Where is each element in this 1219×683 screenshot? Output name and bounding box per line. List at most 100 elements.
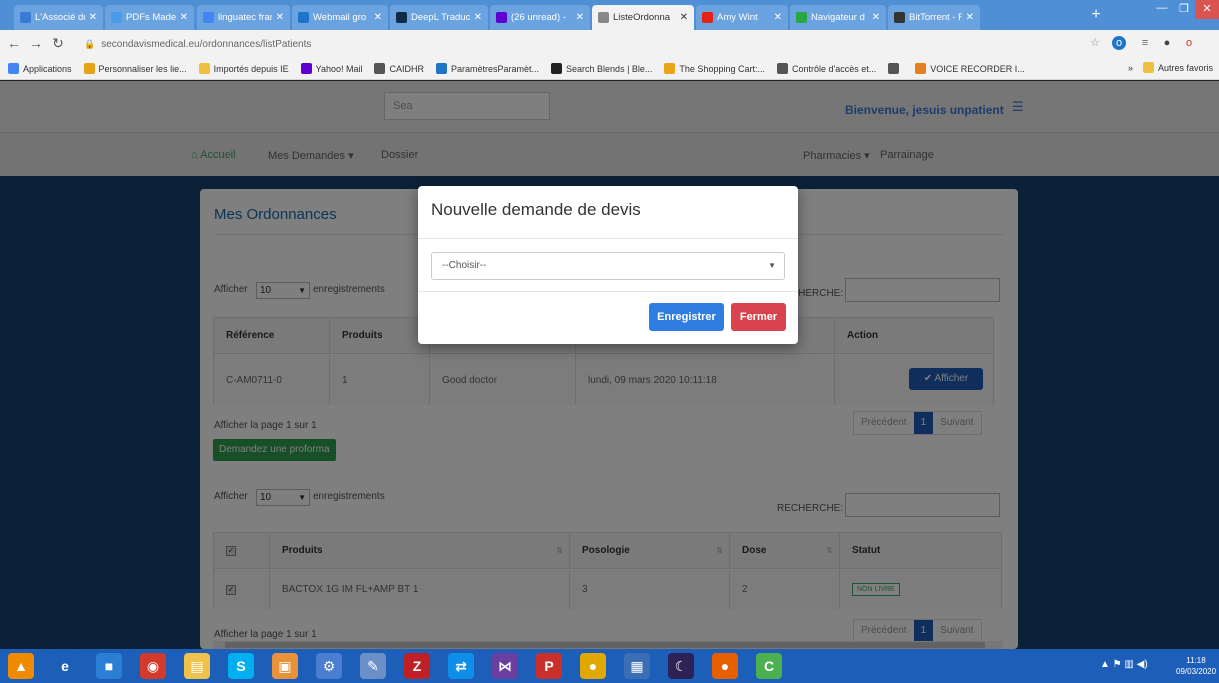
new-tab-button[interactable]: +	[1088, 6, 1104, 24]
tab-label: Amy Wint	[717, 12, 758, 23]
bookmark-item[interactable]: Personnaliser les lie...	[83, 63, 187, 74]
skype-icon[interactable]: S	[228, 653, 254, 679]
bookmark-item[interactable]: ParamètresParamèt...	[436, 63, 539, 74]
chrome-icon[interactable]: ●	[580, 653, 606, 679]
reload-icon[interactable]: ↻	[50, 35, 66, 51]
bookmark-item[interactable]: VOICE RECORDER I...	[915, 63, 1025, 74]
forward-icon[interactable]: →	[28, 35, 44, 51]
tab-label: ListeOrdonna	[613, 12, 671, 23]
clock[interactable]: 11:18 09/03/2020	[1176, 655, 1216, 677]
bookmark-item[interactable]	[888, 63, 903, 74]
tab-label: (26 unread) -	[511, 12, 566, 23]
favicon-icon	[496, 12, 507, 23]
bookmarks-overflow-button[interactable]: »	[1128, 63, 1133, 73]
close-icon[interactable]: ✕	[180, 12, 188, 23]
favicon-icon	[702, 12, 713, 23]
close-icon[interactable]: ✕	[680, 12, 688, 23]
bookmark-icon	[83, 63, 95, 74]
modal-backdrop[interactable]	[0, 81, 1219, 649]
close-icon[interactable]: ✕	[89, 12, 97, 23]
browser-tab[interactable]: Webmail gro ✕	[292, 5, 388, 30]
app-red-icon[interactable]: ◉	[140, 653, 166, 679]
bookmark-label: Yahoo! Mail	[315, 63, 363, 74]
bookmark-label: Contrôle d'accès et...	[791, 63, 877, 74]
folder-icon	[1142, 62, 1154, 73]
url-text: secondavismedical.eu/ordonnances/listPat…	[101, 38, 312, 50]
window-maximize-button[interactable]: ❐	[1173, 2, 1195, 18]
close-icon[interactable]: ✕	[374, 12, 382, 23]
bookmark-item[interactable]: Importés depuis IE	[198, 63, 289, 74]
tab-label: linguatec fran	[218, 12, 272, 23]
system-tray[interactable]: ▲ ⚑ ▥ ◀)	[1100, 659, 1148, 670]
bookmark-label: ParamètresParamèt...	[451, 63, 540, 74]
close-icon[interactable]: ✕	[474, 12, 482, 23]
browser-tab[interactable]: L'Associé du ✕	[14, 5, 103, 30]
network-icon[interactable]: ⚙	[316, 653, 342, 679]
tab-label: Navigateur d	[811, 12, 865, 23]
file-explorer-icon[interactable]: ▤	[184, 653, 210, 679]
bookmark-item[interactable]: CAIDHR	[374, 63, 424, 74]
opera-extension-icon[interactable]: o	[1112, 36, 1126, 50]
bookmark-item[interactable]: Applications	[8, 63, 72, 74]
teamviewer-icon[interactable]: ⇄	[448, 653, 474, 679]
lock-icon: 🔒	[84, 38, 96, 49]
close-icon[interactable]: ✕	[576, 12, 584, 23]
app-green-icon[interactable]: C	[756, 653, 782, 679]
browser-tab[interactable]: ListeOrdonna ✕	[592, 5, 694, 30]
favicon-icon	[396, 12, 407, 23]
browser-tab[interactable]: DeepL Traduc ✕	[390, 5, 488, 30]
page-viewport: Sea Bienvenue, jesuis unpatient ☰ ⌂ Accu…	[0, 81, 1219, 649]
bookmark-label: The Shopping Cart:...	[679, 63, 765, 74]
app-blue-icon[interactable]: ■	[96, 653, 122, 679]
app-feather-icon[interactable]: ✎	[360, 653, 386, 679]
modal-title: Nouvelle demande de devis	[431, 200, 641, 219]
red-extension-icon[interactable]: o	[1182, 36, 1196, 50]
browser-tab[interactable]: (26 unread) - ✕	[490, 5, 590, 30]
browser-tab[interactable]: Amy Wint ✕	[696, 5, 788, 30]
app-doc-icon[interactable]: ▦	[624, 653, 650, 679]
caret-down-icon: ▼	[768, 261, 776, 270]
app-orange-icon[interactable]: ▣	[272, 653, 298, 679]
bookmark-label: VOICE RECORDER I...	[930, 63, 1025, 74]
reader-extension-icon[interactable]: ≡	[1138, 36, 1152, 50]
browser-tab[interactable]: PDFs Made Si ✕	[105, 5, 194, 30]
bookmark-item[interactable]: Contrôle d'accès et...	[776, 63, 877, 74]
tab-label: BitTorrent - F	[909, 12, 962, 23]
windows-taskbar: ▲ e ■ ◉ ▤ S ▣ ⚙ ✎ Z ⇄ ⋈ P ● ▦ ☾ ● C ▲ ⚑ ▥ ◀) 11:18 09/03/…	[0, 649, 1219, 683]
filezilla-icon[interactable]: Z	[404, 653, 430, 679]
user-extension-icon[interactable]: ●	[1160, 36, 1174, 50]
bookmark-item[interactable]: Yahoo! Mail	[300, 63, 363, 74]
firefox-icon[interactable]: ●	[712, 653, 738, 679]
bookmark-item[interactable]: Search Blends | Ble...	[551, 63, 652, 74]
close-icon[interactable]: ✕	[966, 12, 974, 23]
bookmark-icon	[436, 63, 447, 74]
eclipse-icon[interactable]: ☾	[668, 653, 694, 679]
visual-studio-icon[interactable]: ⋈	[492, 653, 518, 679]
bookmarks-bar: Applications Personnaliser les lie... Impo…	[0, 58, 1219, 80]
window-close-button[interactable]: ✕	[1195, 0, 1219, 19]
vlc-icon[interactable]: ▲	[8, 653, 34, 679]
bookmark-icon	[198, 63, 210, 74]
browser-tab[interactable]: linguatec fran ✕	[197, 5, 290, 30]
url-field[interactable]: 🔒 secondavismedical.eu/ordonnances/listP…	[84, 33, 1074, 55]
internet-explorer-icon[interactable]: e	[52, 653, 78, 679]
browser-tab[interactable]: Navigateur d ✕	[790, 5, 886, 30]
bookmark-icon	[888, 63, 900, 74]
bookmark-icon	[664, 63, 676, 74]
window-minimize-button[interactable]: —	[1151, 2, 1173, 18]
close-icon[interactable]: ✕	[774, 12, 782, 23]
save-button[interactable]: Enregistrer	[649, 303, 724, 331]
devis-type-select[interactable]: --Choisir-- ▼	[431, 252, 785, 280]
tab-label: DeepL Traduc	[411, 12, 470, 23]
close-icon[interactable]: ✕	[276, 12, 284, 23]
close-button[interactable]: Fermer	[731, 303, 786, 331]
app-p-icon[interactable]: P	[536, 653, 562, 679]
bookmark-item[interactable]: The Shopping Cart:...	[664, 63, 765, 74]
bookmark-label: Personnaliser les lie...	[98, 63, 187, 74]
star-icon[interactable]: ☆	[1088, 36, 1102, 50]
other-bookmarks-folder[interactable]: Autres favoris	[1142, 62, 1213, 73]
back-icon[interactable]: ←	[6, 35, 22, 51]
close-icon[interactable]: ✕	[872, 12, 880, 23]
favicon-icon	[894, 12, 905, 23]
browser-tab[interactable]: BitTorrent - F ✕	[888, 5, 980, 30]
